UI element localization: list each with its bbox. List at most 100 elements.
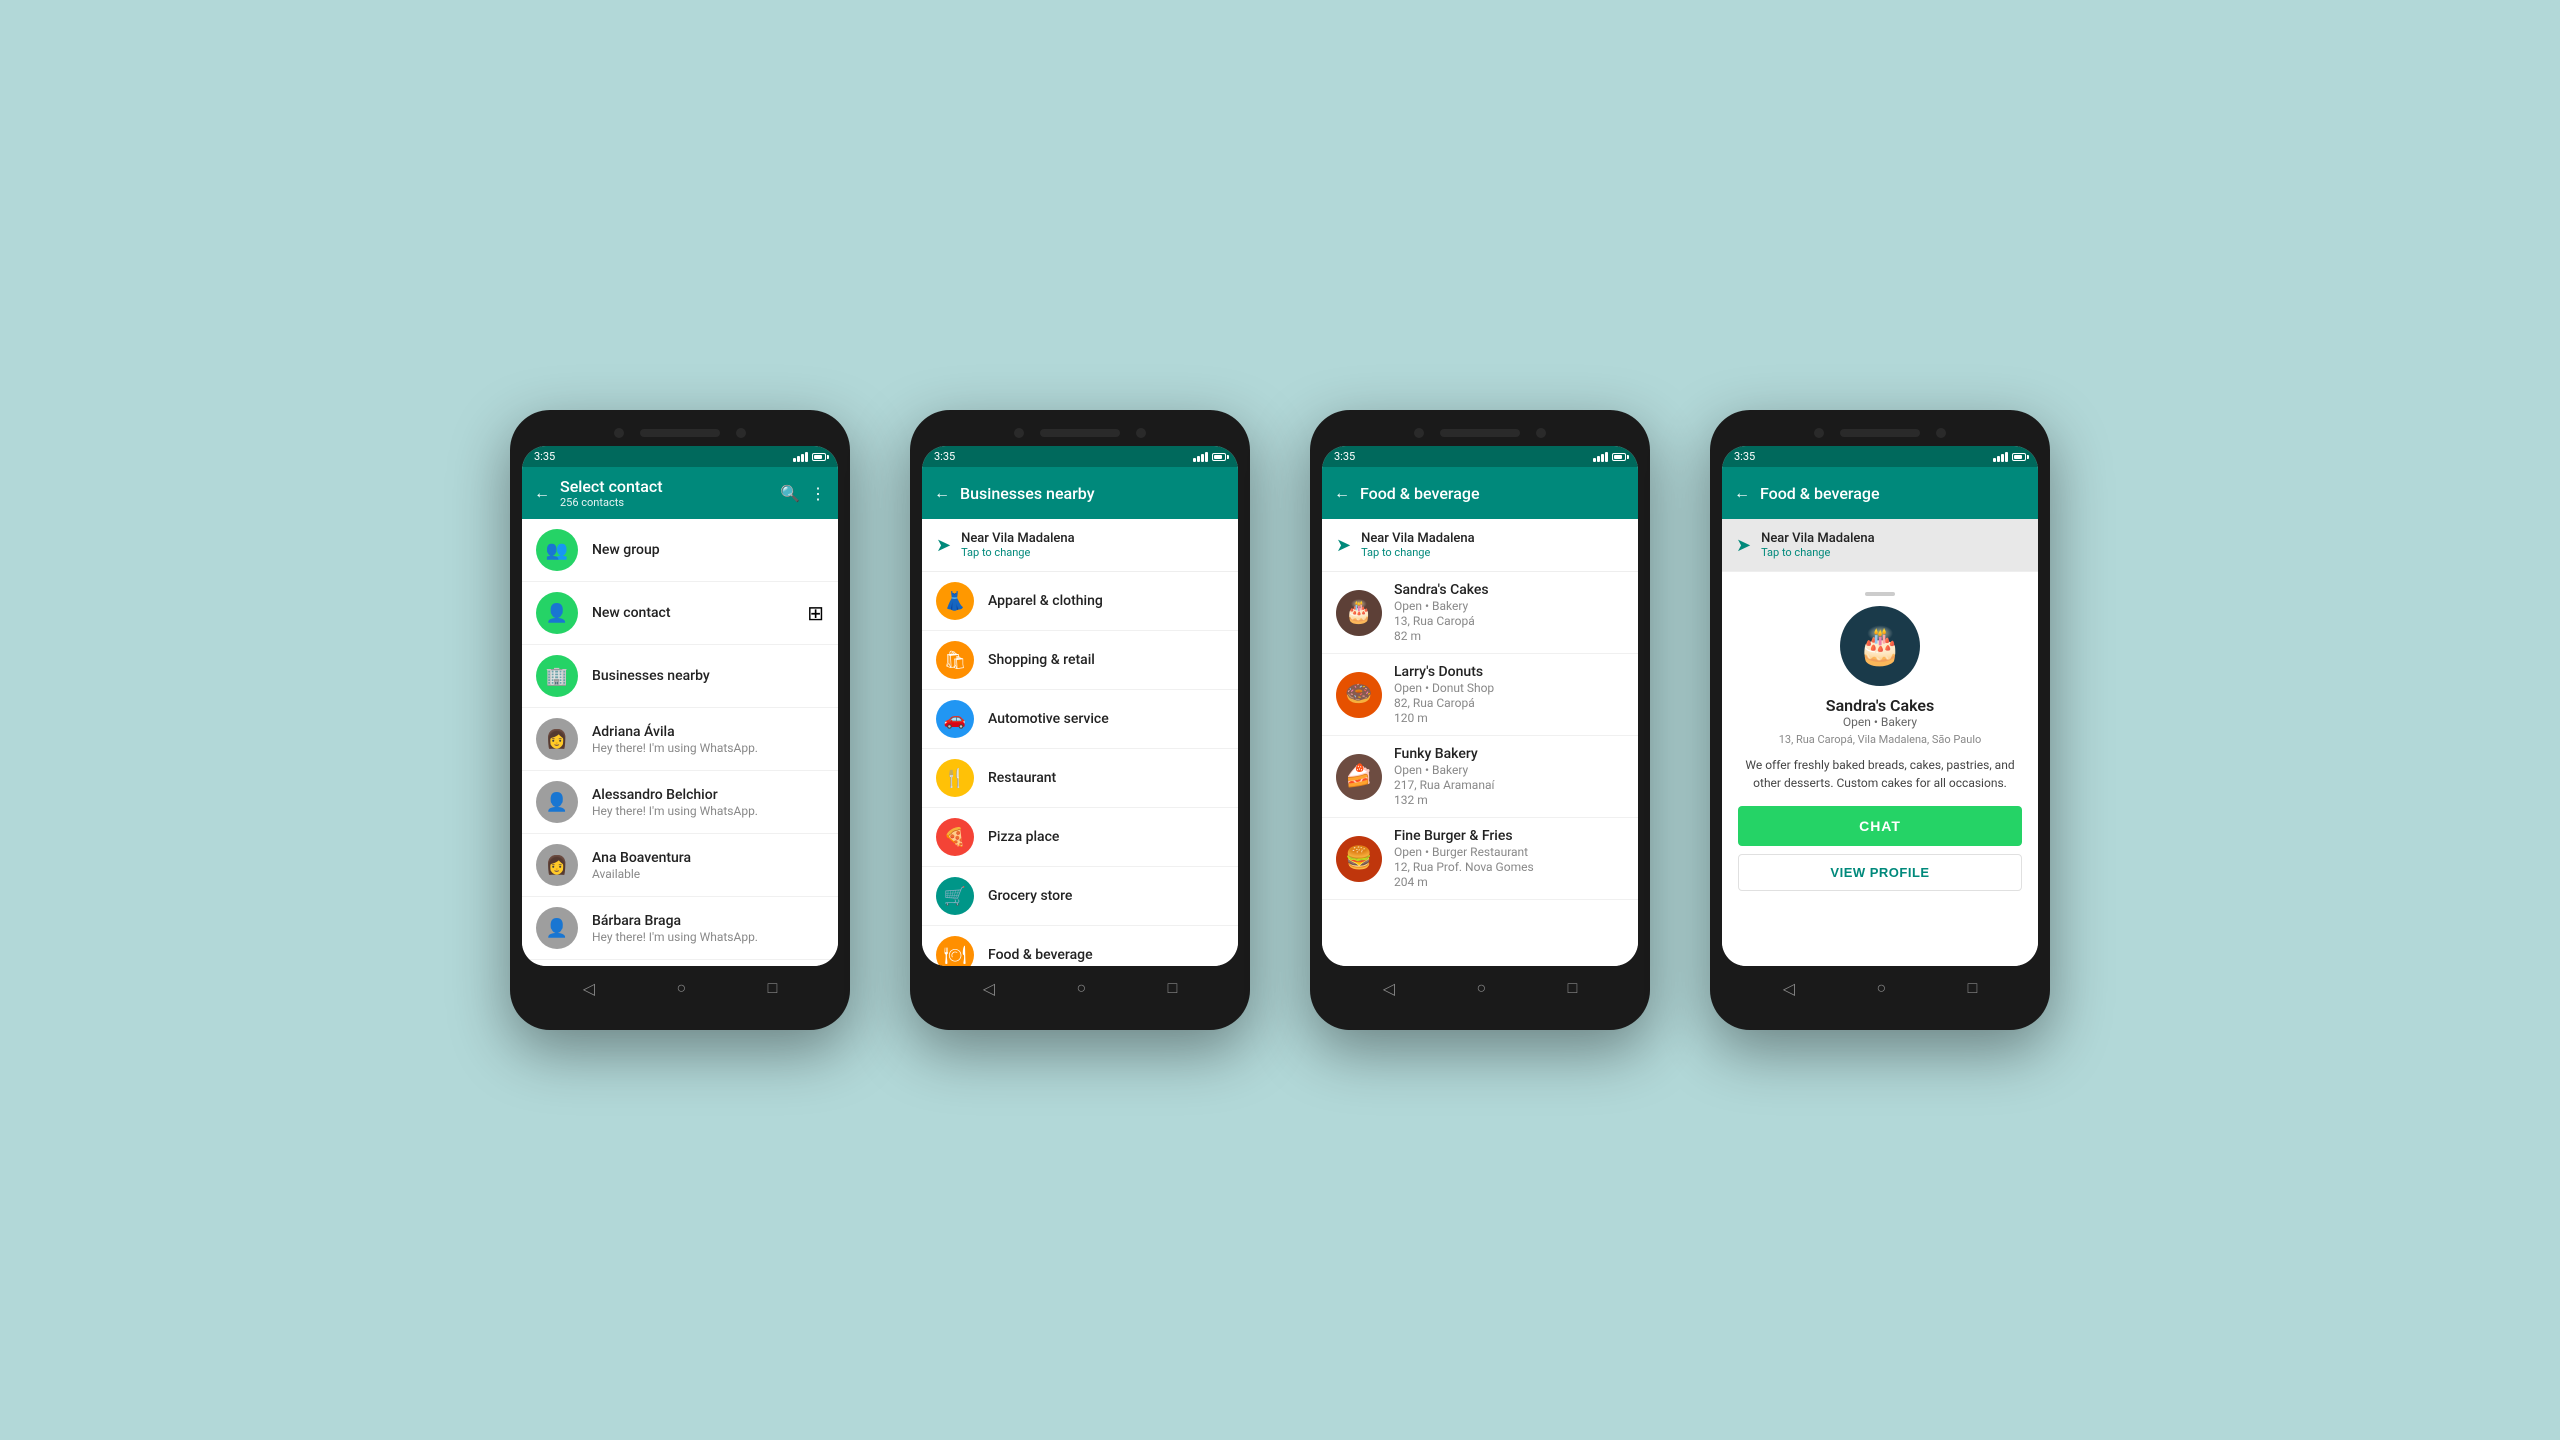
businesses-nearby-item[interactable]: 🏢 Businesses nearby	[522, 645, 838, 708]
adriana-name: Adriana Ávila	[592, 724, 824, 740]
ana-text: Ana Boaventura Available	[592, 850, 824, 881]
larrys-status: Open • Donut Shop	[1394, 681, 1624, 695]
category-food[interactable]: 🍽 Food & beverage	[922, 926, 1238, 966]
profile-name: Sandra's Cakes	[1826, 696, 1934, 715]
back-nav-2[interactable]: ◁	[983, 979, 995, 998]
screen-title-4: Food & beverage	[1760, 484, 2026, 503]
profile-address: 13, Rua Caropá, Vila Madalena, São Paulo	[1779, 733, 1982, 746]
pizza-label: Pizza place	[988, 829, 1059, 845]
restaurant-label: Restaurant	[988, 770, 1056, 786]
home-nav-4[interactable]: ○	[1876, 978, 1886, 998]
battery-3	[1612, 453, 1626, 461]
adriana-text: Adriana Ávila Hey there! I'm using Whats…	[592, 724, 824, 755]
avatar-ana: 👩	[536, 844, 578, 886]
screen-2: 3:35 ← Businesses nearby ➤	[922, 446, 1238, 966]
nav-bar-2: ◁ ○ □	[922, 966, 1238, 1010]
chat-button[interactable]: CHAT	[1738, 806, 2022, 846]
screen-title-2: Businesses nearby	[960, 484, 1226, 503]
contact-list: 👥 New group 👤 New contact ⊞ 🏢	[522, 519, 838, 966]
barbara-text: Bárbara Braga Hey there! I'm using Whats…	[592, 913, 824, 944]
back-nav-1[interactable]: ◁	[583, 979, 595, 998]
profile-card: 🎂 Sandra's Cakes Open • Bakery 13, Rua C…	[1722, 572, 2038, 911]
app-bar-3: ← Food & beverage	[1322, 467, 1638, 519]
back-button-4[interactable]: ←	[1734, 483, 1750, 503]
battery-4	[2012, 453, 2026, 461]
business-burger[interactable]: 🍔 Fine Burger & Fries Open • Burger Rest…	[1322, 818, 1638, 900]
app-bar-1: ← Select contact 256 contacts 🔍 ⋮	[522, 467, 838, 519]
contact-benicio[interactable]: 👤 Benício Ferraz Disponível	[522, 960, 838, 966]
contact-alessandro[interactable]: 👤 Alessandro Belchior Hey there! I'm usi…	[522, 771, 838, 834]
new-group-icon: 👥	[536, 529, 578, 571]
business-larrys[interactable]: 🍩 Larry's Donuts Open • Donut Shop 82, R…	[1322, 654, 1638, 736]
back-nav-3[interactable]: ◁	[1383, 979, 1395, 998]
category-shopping[interactable]: 🛍 Shopping & retail	[922, 631, 1238, 690]
home-nav-1[interactable]: ○	[676, 978, 686, 998]
avatar-adriana: 👩	[536, 718, 578, 760]
recents-nav-4[interactable]: □	[1968, 978, 1978, 998]
phone-1: 3:35 ← Select contact 256 contacts 🔍	[510, 410, 850, 1030]
status-bar-4: 3:35	[1722, 446, 2038, 467]
shopping-icon: 🛍	[936, 641, 974, 679]
more-button-1[interactable]: ⋮	[810, 484, 826, 503]
new-contact-item[interactable]: 👤 New contact ⊞	[522, 582, 838, 645]
business-funky[interactable]: 🍰 Funky Bakery Open • Bakery 217, Rua Ar…	[1322, 736, 1638, 818]
apparel-label: Apparel & clothing	[988, 593, 1103, 609]
qr-icon[interactable]: ⊞	[807, 601, 824, 625]
back-nav-4[interactable]: ◁	[1783, 979, 1795, 998]
barbara-status: Hey there! I'm using WhatsApp.	[592, 930, 824, 944]
location-sub-3: Tap to change	[1361, 546, 1475, 559]
location-bar-3[interactable]: ➤ Near Vila Madalena Tap to change	[1322, 519, 1638, 572]
location-name-2: Near Vila Madalena	[961, 531, 1075, 546]
screen-subtitle-1: 256 contacts	[560, 496, 770, 509]
shopping-label: Shopping & retail	[988, 652, 1095, 668]
app-bar-4: ← Food & beverage	[1722, 467, 2038, 519]
speaker-grille-2	[1040, 429, 1120, 437]
recents-nav-2[interactable]: □	[1168, 978, 1178, 998]
category-apparel[interactable]: 👗 Apparel & clothing	[922, 572, 1238, 631]
new-contact-text: New contact	[592, 605, 807, 621]
home-nav-2[interactable]: ○	[1076, 978, 1086, 998]
nav-bar-3: ◁ ○ □	[1322, 966, 1638, 1010]
contact-barbara[interactable]: 👤 Bárbara Braga Hey there! I'm using Wha…	[522, 897, 838, 960]
burger-name: Fine Burger & Fries	[1394, 828, 1624, 844]
sandras-address: 13, Rua Caropá	[1394, 614, 1624, 628]
new-contact-icon: 👤	[536, 592, 578, 634]
speaker-grille-4	[1840, 429, 1920, 437]
larrys-address: 82, Rua Caropá	[1394, 696, 1624, 710]
back-button-2[interactable]: ←	[934, 483, 950, 503]
larrys-name: Larry's Donuts	[1394, 664, 1624, 680]
home-nav-3[interactable]: ○	[1476, 978, 1486, 998]
status-bar-3: 3:35	[1322, 446, 1638, 467]
contact-ana[interactable]: 👩 Ana Boaventura Available	[522, 834, 838, 897]
back-button-1[interactable]: ←	[534, 483, 550, 503]
location-bar-2[interactable]: ➤ Near Vila Madalena Tap to change	[922, 519, 1238, 572]
automotive-label: Automotive service	[988, 711, 1109, 727]
camera-dot-7	[1814, 428, 1824, 438]
back-button-3[interactable]: ←	[1334, 483, 1350, 503]
food-label: Food & beverage	[988, 947, 1093, 963]
signal-1	[793, 452, 808, 462]
sandras-status: Open • Bakery	[1394, 599, 1624, 613]
category-automotive[interactable]: 🚗 Automotive service	[922, 690, 1238, 749]
burger-status: Open • Burger Restaurant	[1394, 845, 1624, 859]
food-icon: 🍽	[936, 936, 974, 966]
location-bar-4[interactable]: ➤ Near Vila Madalena Tap to change	[1722, 519, 2038, 572]
new-group-item[interactable]: 👥 New group	[522, 519, 838, 582]
avatar-larrys: 🍩	[1336, 672, 1382, 718]
location-text-4: Near Vila Madalena Tap to change	[1761, 531, 1875, 559]
business-sandras[interactable]: 🎂 Sandra's Cakes Open • Bakery 13, Rua C…	[1322, 572, 1638, 654]
category-grocery[interactable]: 🛒 Grocery store	[922, 867, 1238, 926]
app-bar-2: ← Businesses nearby	[922, 467, 1238, 519]
view-profile-button[interactable]: VIEW PROFILE	[1738, 854, 2022, 891]
camera-dot-6	[1536, 428, 1546, 438]
screen-1: 3:35 ← Select contact 256 contacts 🔍	[522, 446, 838, 966]
larrys-text: Larry's Donuts Open • Donut Shop 82, Rua…	[1394, 664, 1624, 725]
recents-nav-3[interactable]: □	[1568, 978, 1578, 998]
category-pizza[interactable]: 🍕 Pizza place	[922, 808, 1238, 867]
contact-adriana[interactable]: 👩 Adriana Ávila Hey there! I'm using Wha…	[522, 708, 838, 771]
businesses-icon: 🏢	[536, 655, 578, 697]
recents-nav-1[interactable]: □	[768, 978, 778, 998]
search-button-1[interactable]: 🔍	[780, 484, 800, 503]
location-text-2: Near Vila Madalena Tap to change	[961, 531, 1075, 559]
category-restaurant[interactable]: 🍴 Restaurant	[922, 749, 1238, 808]
